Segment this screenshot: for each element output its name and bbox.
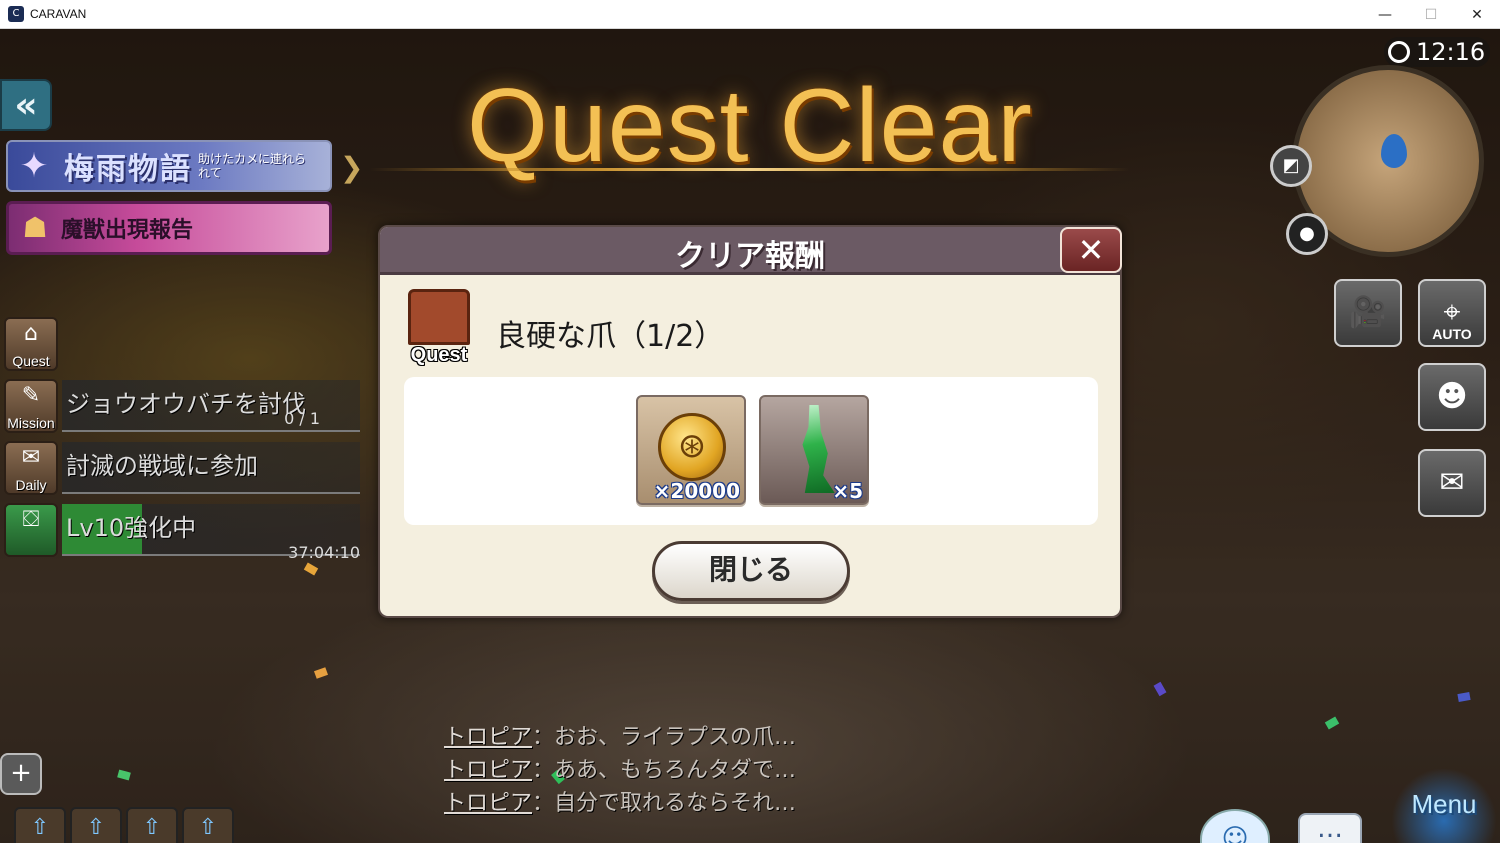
minimize-button[interactable]: —	[1362, 0, 1408, 29]
reward-list: ⊛ ×20000 ×5	[404, 377, 1098, 525]
reward-quantity: ×5	[832, 479, 863, 503]
game-clock: 12:16	[1384, 37, 1490, 67]
item-up-icon[interactable]: ⇧	[126, 807, 178, 843]
camera-icon: 🎥	[1349, 295, 1387, 330]
chat-speaker[interactable]: トロピア	[444, 791, 532, 816]
claw-item-icon	[802, 405, 835, 493]
chat-line: トロピア：ああ、もちろんタダで…	[444, 754, 796, 787]
party-face-icon[interactable]: ●	[1286, 213, 1328, 255]
player-marker-icon	[1381, 134, 1407, 168]
event-subtitle: 助けたカメに連れられて	[198, 152, 307, 180]
reward-title: 良硬な爪（1/2）	[496, 319, 725, 354]
quest-icon[interactable]: ⌂ Quest	[4, 317, 58, 371]
banner-next-arrow-icon[interactable]: ❯	[340, 151, 363, 184]
chat-speaker[interactable]: トロピア	[444, 758, 532, 783]
star-icon: ✦	[19, 146, 49, 186]
close-button[interactable]: 閉じる	[652, 541, 850, 601]
quest-house-icon	[408, 289, 470, 345]
book-icon: ✉	[21, 445, 41, 470]
daily-text: 討滅の戦域に参加	[66, 452, 258, 480]
party-button[interactable]: ☻	[1418, 363, 1486, 431]
treasure-chest-icon: ⛋	[22, 507, 40, 532]
reward-item-claw[interactable]: ×5	[759, 395, 869, 505]
chat-line: トロピア：おお、ライラプスの爪…	[444, 721, 796, 754]
dialog-close-icon[interactable]: ✕	[1060, 227, 1122, 273]
menu-button[interactable]: Menu	[1390, 769, 1498, 843]
mission-icon: ✎ Mission	[4, 379, 58, 433]
mail-icon: ✉	[1439, 465, 1465, 500]
event-banner[interactable]: ✦ 梅雨物語 助けたカメに連れられて	[6, 140, 332, 192]
mission-caption: Mission	[7, 415, 55, 431]
app-icon: C	[8, 6, 24, 22]
lv-boost-bar: Lv10強化中 37:04:10	[62, 504, 360, 562]
map-toggle-icon[interactable]: ◩	[1270, 145, 1312, 187]
reward-item-gold[interactable]: ⊛ ×20000	[636, 395, 746, 505]
chat-text: ：おお、ライラプスの爪…	[532, 725, 797, 750]
quest-row[interactable]: ⌂ Quest	[4, 317, 58, 371]
chat-text: ：自分で取れるならそれ…	[532, 791, 797, 816]
clear-reward-dialog: クリア報酬 ✕ Quest 良硬な爪（1/2） ⊛ ×20000 ×5 閉じる	[378, 225, 1122, 618]
heading-underline	[370, 168, 1130, 171]
chat-text: ：ああ、もちろんタダで…	[532, 758, 797, 783]
daily-row[interactable]: ✉ Daily 討滅の戦域に参加	[4, 441, 360, 495]
beast-report-label: 魔獣出現報告	[61, 218, 194, 243]
chat-log: トロピア：おお、ライラプスの爪… トロピア：ああ、もちろんタダで… トロピア：自…	[444, 721, 796, 820]
auto-target-icon: ⌖	[1443, 295, 1461, 330]
close-window-button[interactable]: ✕	[1454, 0, 1500, 29]
clock-icon	[1388, 41, 1410, 63]
gold-up-icon[interactable]: ⇧	[70, 807, 122, 843]
lv-boost-text: Lv10強化中	[66, 514, 197, 542]
quest-badge: Quest	[400, 289, 478, 367]
mission-text: ジョウオウバチを討伐	[66, 390, 306, 418]
exp-up-icon[interactable]: ⇧	[14, 807, 66, 843]
chat-speaker[interactable]: トロピア	[444, 725, 532, 750]
dialog-title: クリア報酬	[675, 239, 825, 274]
maximize-button[interactable]: ☐	[1408, 0, 1454, 29]
plus-button[interactable]: +	[0, 753, 42, 795]
lv-boost-timer: 37:04:10	[288, 543, 360, 562]
scroll-icon: ✎	[21, 383, 41, 408]
mail-friends-button[interactable]: ✉	[1418, 449, 1486, 517]
daily-icon: ✉ Daily	[4, 441, 58, 495]
chat-bubble-button[interactable]: …	[1298, 813, 1362, 843]
house-icon: ⌂	[24, 321, 38, 346]
daily-bar: 討滅の戦域に参加	[62, 442, 360, 494]
lv-boost-row[interactable]: ⛋ Lv10強化中 37:04:10	[4, 503, 360, 562]
skill-up-icon[interactable]: ⇧	[182, 807, 234, 843]
quest-caption: Quest	[12, 353, 50, 369]
gold-coin-icon: ⊛	[658, 413, 726, 481]
lv-boost-icon: ⛋	[4, 503, 58, 557]
beast-mask-icon: ☗	[22, 211, 48, 244]
beast-report-banner[interactable]: ☗ 魔獣出現報告	[6, 201, 332, 255]
skill-bar: ⇧ ⇧ ⇧ ⇧	[14, 807, 234, 843]
quest-badge-label: Quest	[410, 344, 468, 366]
daily-caption: Daily	[15, 477, 47, 493]
auto-label: AUTO	[1432, 326, 1472, 342]
group-icon: ☻	[1436, 379, 1468, 414]
window-title: CARAVAN	[30, 7, 87, 21]
game-viewport[interactable]: Quest Clear « ✦ 梅雨物語 助けたカメに連れられて ❯ ☗ 魔獣出…	[0, 29, 1500, 843]
event-title: 梅雨物語	[64, 152, 192, 187]
mission-row[interactable]: ✎ Mission ジョウオウバチを討伐 0 / 1	[4, 379, 360, 433]
clock-time: 12:16	[1416, 38, 1486, 66]
dialog-header: クリア報酬 ✕	[380, 227, 1122, 275]
auto-button[interactable]: ⌖ AUTO	[1418, 279, 1486, 347]
chat-line: トロピア：自分で取れるならそれ…	[444, 787, 796, 820]
mission-progress: 0 / 1	[284, 409, 320, 428]
window-titlebar: C CARAVAN — ☐ ✕	[0, 0, 1500, 29]
back-button[interactable]: «	[0, 79, 52, 131]
mission-bar: ジョウオウバチを討伐 0 / 1	[62, 380, 360, 432]
camera-button[interactable]: 🎥	[1334, 279, 1402, 347]
reward-quantity: ×20000	[653, 479, 740, 503]
